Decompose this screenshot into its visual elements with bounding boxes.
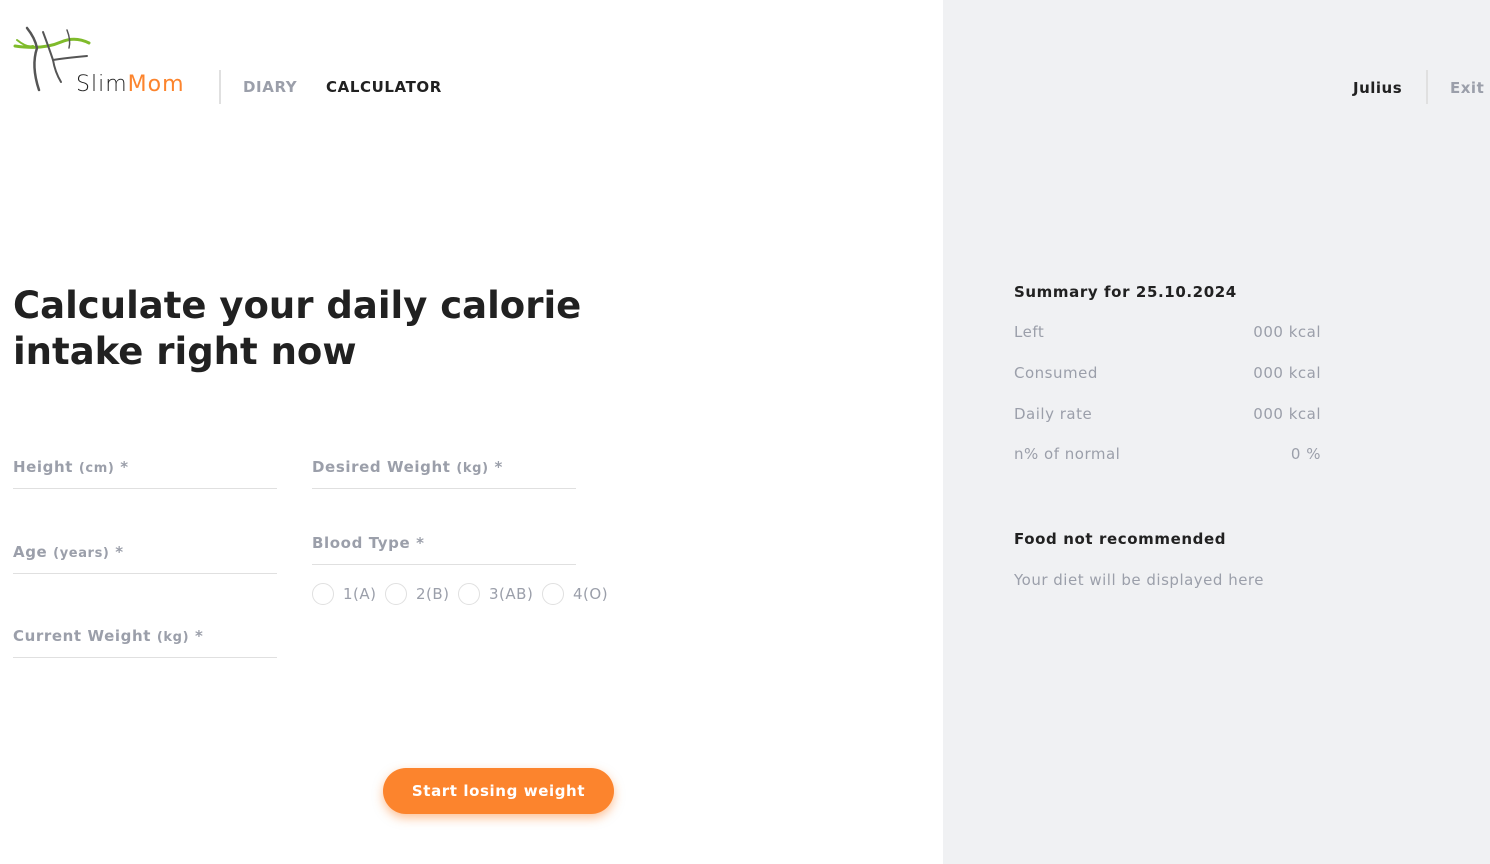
age-field[interactable]: Age (years) * [13, 533, 281, 575]
user-name: Julius [1353, 79, 1403, 97]
start-losing-weight-button[interactable]: Start losing weight [383, 768, 614, 814]
radio-circle-icon[interactable] [312, 583, 334, 605]
logo-text: SlimMom [76, 72, 185, 97]
summary-value: 000 kcal [1253, 405, 1321, 423]
blood-type-option-label: 1(A) [343, 585, 377, 603]
logo-slim-text: Slim [76, 72, 128, 97]
nav-diary-link[interactable]: DIARY [243, 78, 297, 96]
blood-type-option-3ab[interactable]: 3(AB) [458, 583, 538, 605]
height-input[interactable] [13, 448, 281, 490]
logo-mom-text: Mom [127, 72, 185, 97]
blood-type-option-2b[interactable]: 2(B) [385, 583, 453, 605]
current-weight-field[interactable]: Current Weight (kg) * [13, 617, 281, 659]
nav-divider [219, 70, 221, 104]
blood-type-option-label: 2(B) [416, 585, 450, 603]
summary-row-consumed: Consumed 000 kcal [1014, 364, 1321, 384]
summary-label: Consumed [1014, 364, 1098, 382]
blood-type-option-1a[interactable]: 1(A) [312, 583, 380, 605]
summary-label: Daily rate [1014, 405, 1093, 423]
height-field[interactable]: Height (cm) * [13, 448, 281, 490]
page-title: Calculate your daily calorie intake righ… [13, 284, 582, 373]
blood-type-option-4o[interactable]: 4(O) [542, 583, 612, 605]
radio-circle-icon[interactable] [542, 583, 564, 605]
summary-row-percent-of-normal: n% of normal 0 % [1014, 445, 1321, 465]
age-input[interactable] [13, 533, 281, 575]
user-divider [1426, 70, 1428, 104]
summary-label: n% of normal [1014, 445, 1121, 463]
desired-weight-field[interactable]: Desired Weight (kg) * [312, 448, 580, 490]
desired-weight-input[interactable] [312, 448, 580, 490]
blood-type-option-label: 4(O) [573, 585, 609, 603]
current-weight-input[interactable] [13, 617, 281, 659]
summary-value: 000 kcal [1253, 364, 1321, 382]
radio-circle-icon[interactable] [385, 583, 407, 605]
summary-value: 0 % [1290, 445, 1321, 463]
logo[interactable]: SlimMom [13, 26, 203, 102]
summary-row-daily-rate: Daily rate 000 kcal [1014, 405, 1321, 425]
summary-label: Left [1014, 323, 1045, 341]
blood-type-label-text: Blood Type [312, 534, 411, 552]
food-not-recommended-text: Your diet will be displayed here [1014, 571, 1264, 589]
summary-row-left: Left 000 kcal [1014, 323, 1321, 343]
radio-circle-icon[interactable] [458, 583, 480, 605]
blood-type-field: Blood Type * [312, 524, 576, 565]
summary-panel-background [943, 0, 1490, 864]
blood-type-option-label: 3(AB) [489, 585, 534, 603]
summary-value: 000 kcal [1253, 323, 1321, 341]
exit-button[interactable]: Exit [1450, 79, 1484, 97]
blood-type-label: Blood Type * [312, 534, 425, 552]
food-not-recommended-title: Food not recommended [1014, 530, 1227, 548]
summary-title: Summary for 25.10.2024 [1014, 283, 1237, 301]
nav-calculator-link[interactable]: CALCULATOR [326, 78, 442, 96]
blood-type-required: * [416, 534, 425, 552]
